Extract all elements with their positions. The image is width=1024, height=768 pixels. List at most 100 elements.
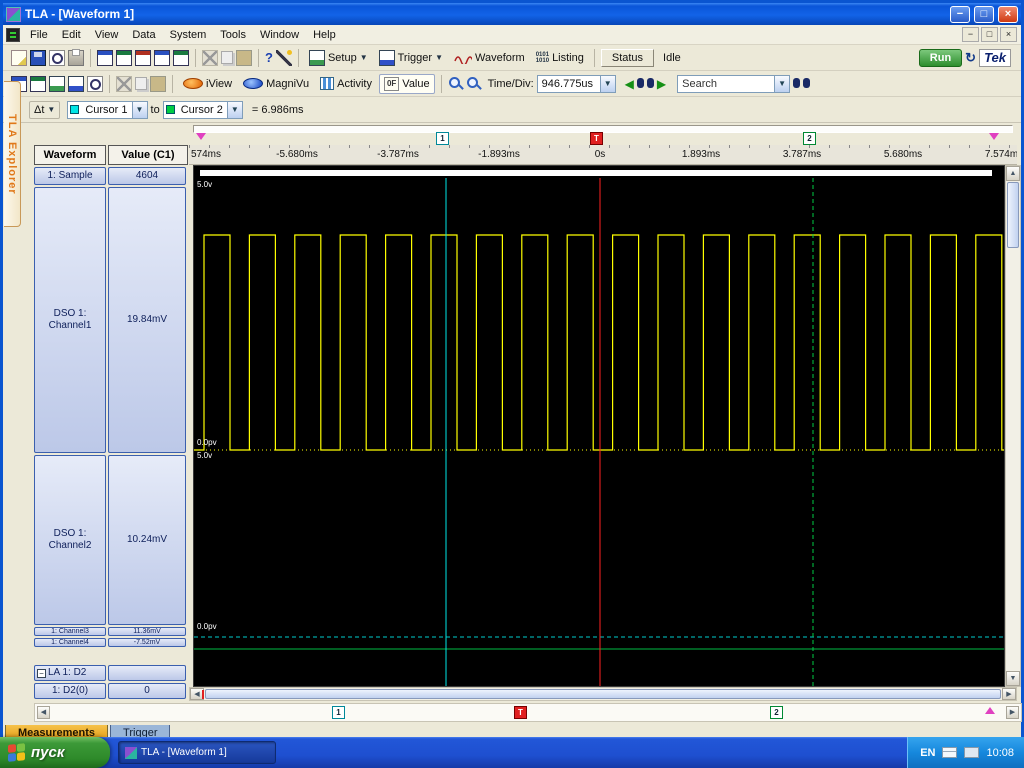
iview-button[interactable]: iView: [179, 76, 236, 92]
menu-file[interactable]: File: [23, 27, 55, 43]
zoom-out-icon[interactable]: [448, 76, 463, 91]
chevron-down-icon[interactable]: ▼: [774, 76, 789, 92]
collapse-icon[interactable]: −: [37, 669, 46, 678]
data-overview-bar[interactable]: [200, 170, 992, 176]
properties-icon[interactable]: [87, 76, 103, 92]
wizard-icon[interactable]: [276, 50, 292, 66]
new-data-window-icon[interactable]: [97, 50, 113, 66]
horizontal-scroll-thumb[interactable]: [205, 689, 1001, 699]
overview-cursor1-mark[interactable]: 1: [332, 706, 345, 719]
row-value[interactable]: 10.24mV: [108, 455, 186, 625]
start-button[interactable]: пуск: [0, 737, 110, 768]
search-back-icon[interactable]: ◀: [625, 78, 634, 90]
value-readout-button[interactable]: 0F Value: [379, 74, 435, 94]
marker-next-button[interactable]: ▶: [1006, 706, 1019, 719]
datasource-icon[interactable]: [68, 76, 84, 92]
paste-icon[interactable]: [150, 76, 166, 92]
row-name[interactable]: DSO 1: Channel2: [34, 455, 106, 625]
tla-explorer-tab[interactable]: TLA Explorer: [4, 81, 21, 227]
goto-icon[interactable]: [49, 76, 65, 92]
magnivu-button[interactable]: MagniVu: [239, 76, 313, 92]
duplicate-window-icon[interactable]: [135, 50, 151, 66]
timediv-combo[interactable]: 946.775us ▼: [537, 75, 616, 93]
horizontal-scrollbar[interactable]: ◀ ▶: [189, 687, 1017, 701]
search-combo[interactable]: Search ▼: [677, 75, 790, 93]
chevron-down-icon[interactable]: ▼: [600, 76, 615, 92]
row-value[interactable]: 11.36mV: [108, 627, 186, 636]
overview-cursor2-mark[interactable]: 2: [770, 706, 783, 719]
delta-time-button[interactable]: Δt ▼: [29, 101, 60, 119]
trigger-mark-flag[interactable]: T: [590, 132, 603, 145]
trigger-button[interactable]: Trigger ▼: [375, 48, 447, 68]
row-name[interactable]: 1: Channel3: [34, 627, 106, 636]
scroll-down-button[interactable]: ▼: [1006, 671, 1020, 686]
ruler-track[interactable]: [193, 125, 1013, 133]
copy-icon[interactable]: [221, 51, 233, 64]
search-binoculars-icon[interactable]: [793, 78, 810, 89]
open-window-icon[interactable]: [116, 50, 132, 66]
taskbar-task-tla[interactable]: TLA - [Waveform 1]: [118, 741, 276, 764]
menu-window[interactable]: Window: [253, 27, 306, 43]
activity-button[interactable]: Activity: [316, 75, 376, 92]
add-waveform-icon[interactable]: [30, 76, 46, 92]
row-name[interactable]: 1: Channel4: [34, 638, 106, 647]
row-name[interactable]: DSO 1: Channel1: [34, 187, 106, 453]
waveform-column-header[interactable]: Waveform: [34, 145, 106, 165]
run-button[interactable]: Run: [919, 49, 962, 67]
language-indicator[interactable]: EN: [920, 747, 935, 759]
row-name[interactable]: − LA 1: D2: [34, 665, 106, 681]
menu-tools[interactable]: Tools: [213, 27, 253, 43]
scroll-right-button[interactable]: ▶: [1002, 688, 1016, 700]
keyboard-layout-icon[interactable]: [942, 747, 957, 758]
close-button[interactable]: ×: [998, 6, 1018, 23]
cursor1-mark-flag[interactable]: 1: [436, 132, 449, 145]
copy-icon[interactable]: [135, 77, 147, 90]
row-value[interactable]: 19.84mV: [108, 187, 186, 453]
vertical-scroll-thumb[interactable]: [1007, 182, 1019, 248]
properties-window-icon[interactable]: [173, 50, 189, 66]
waveform-window-button[interactable]: Waveform: [450, 50, 529, 66]
mdi-close-button[interactable]: ×: [1000, 27, 1017, 42]
row-value[interactable]: [108, 665, 186, 681]
maximize-button[interactable]: □: [974, 6, 994, 23]
chevron-down-icon[interactable]: ▼: [227, 102, 242, 118]
zoom-in-icon[interactable]: [466, 76, 481, 91]
binoculars-icon[interactable]: [637, 78, 654, 89]
cursor2-combo[interactable]: Cursor 2 ▼: [163, 101, 243, 119]
paste-icon[interactable]: [236, 50, 252, 66]
waveform-canvas[interactable]: [194, 166, 1004, 686]
overview-trigger-mark[interactable]: T: [514, 706, 527, 719]
help-icon[interactable]: ?: [265, 50, 273, 66]
waveform-display[interactable]: 5.0v 0.0pv 5.0v 0.0pv: [193, 165, 1005, 687]
search-forward-icon[interactable]: ▶: [657, 78, 666, 90]
row-value[interactable]: -7.52mV: [108, 638, 186, 647]
mdi-restore-button[interactable]: □: [981, 27, 998, 42]
print-preview-icon[interactable]: [49, 50, 65, 66]
minimize-button[interactable]: −: [950, 6, 970, 23]
row-value[interactable]: 4604: [108, 167, 186, 185]
print-icon[interactable]: [68, 50, 84, 66]
range-marker-right-icon[interactable]: [989, 133, 999, 140]
menu-edit[interactable]: Edit: [55, 27, 88, 43]
chevron-down-icon[interactable]: ▼: [132, 102, 147, 118]
vertical-scrollbar[interactable]: ▲ ▼: [1005, 165, 1021, 687]
row-value[interactable]: 0: [108, 683, 186, 699]
menu-view[interactable]: View: [88, 27, 126, 43]
new-document-icon[interactable]: [11, 50, 27, 66]
menu-system[interactable]: System: [163, 27, 214, 43]
row-name[interactable]: 1: D2(0): [34, 683, 106, 699]
document-icon[interactable]: [6, 28, 20, 42]
cut-icon[interactable]: [116, 76, 132, 92]
menu-data[interactable]: Data: [125, 27, 162, 43]
repeat-run-icon[interactable]: ↻: [965, 50, 976, 66]
value-column-header[interactable]: Value (C1): [108, 145, 188, 165]
timeline-ruler[interactable]: 1 T 2: [189, 123, 1017, 145]
cursor1-combo[interactable]: Cursor 1 ▼: [67, 101, 147, 119]
setup-button[interactable]: Setup ▼: [305, 48, 372, 68]
scroll-up-button[interactable]: ▲: [1006, 166, 1020, 181]
overview-marker-bar[interactable]: ◀ 1 T 2 ▶: [34, 703, 1022, 722]
row-name[interactable]: 1: Sample: [34, 167, 106, 185]
overview-range-marker-icon[interactable]: [985, 707, 995, 714]
listing-window-button[interactable]: 0101 1010 Listing: [532, 50, 588, 66]
cut-icon[interactable]: [202, 50, 218, 66]
